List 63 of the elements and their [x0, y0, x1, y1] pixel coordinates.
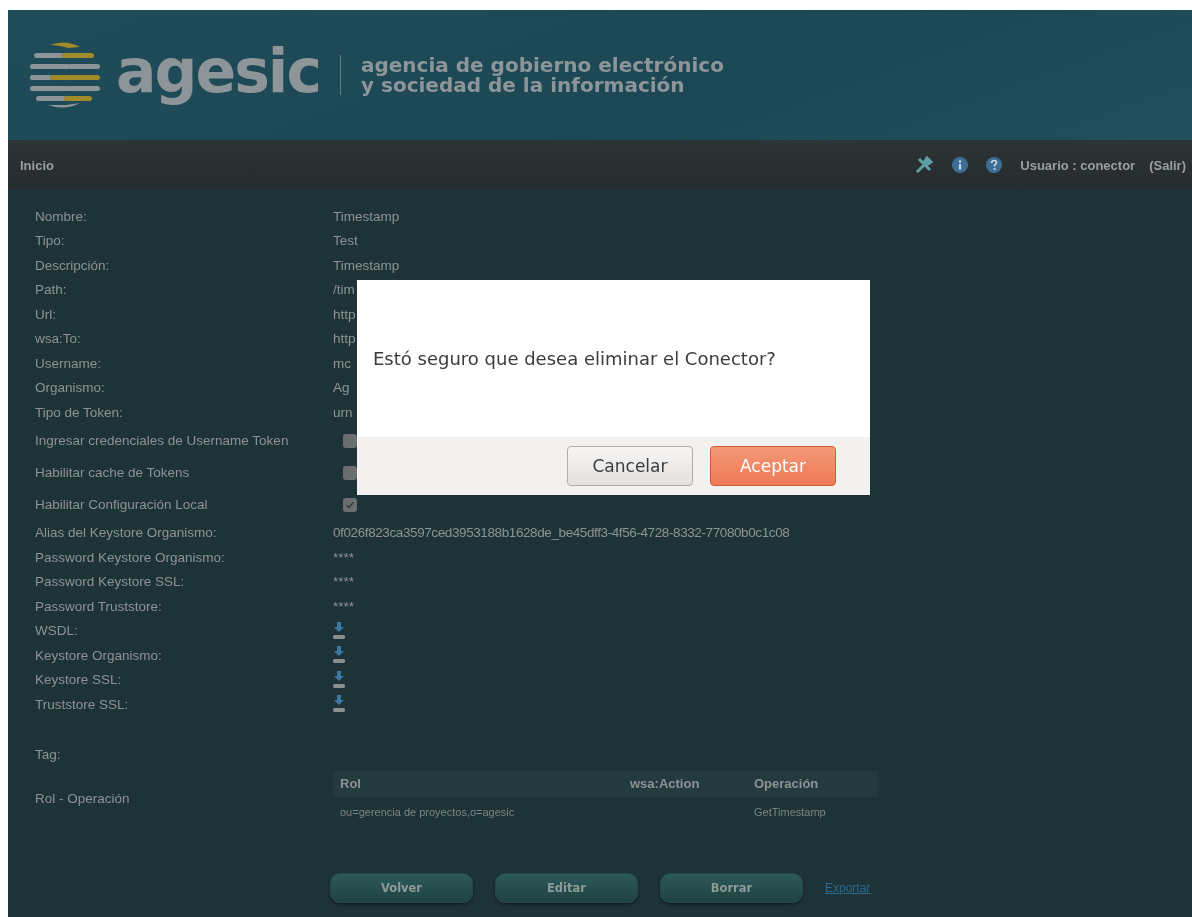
action-button[interactable]: Editar [495, 872, 638, 903]
field-label: Password Truststore: [35, 598, 162, 614]
help-icon[interactable] [986, 157, 1003, 173]
field-label: Habilitar Configuración Local [35, 497, 208, 512]
field-value: /tim [333, 282, 355, 298]
checkbox[interactable] [343, 433, 357, 448]
cancel-button[interactable]: Cancelar [567, 446, 693, 486]
tagline: agencia de gobierno electrónico [361, 55, 724, 75]
field-value: Ag [333, 380, 350, 396]
field-label: Habilitar cache de Tokens [35, 465, 190, 480]
checkbox[interactable] [343, 497, 357, 512]
field-label: Tag: [35, 747, 61, 762]
download-icon[interactable] [333, 646, 345, 665]
field-label: Tipo: [35, 233, 65, 249]
field-label: Descripción: [35, 257, 110, 273]
column-header: Operación [754, 776, 820, 791]
action-button[interactable]: Volver [330, 872, 473, 903]
field-label: Organismo: [35, 380, 105, 396]
globe-logo-icon [28, 39, 102, 111]
field-label: Path: [35, 282, 67, 298]
masked-value: **** [333, 574, 354, 590]
field-label: Truststore SSL: [35, 696, 129, 712]
accept-button[interactable]: Aceptar [710, 446, 836, 486]
tools-icon[interactable] [914, 155, 935, 175]
field-label: Username: [35, 355, 102, 371]
field-value: Timestamp [333, 257, 400, 273]
field-value: Timestamp [333, 208, 400, 224]
column-header: Rol [340, 776, 362, 791]
download-icon[interactable] [333, 695, 345, 714]
masked-value: **** [333, 549, 354, 565]
dialog-message: Estó seguro que desea eliminar el Conector? [372, 347, 777, 371]
download-icon[interactable] [333, 670, 345, 689]
field-label: Nombre: [35, 208, 87, 224]
table-cell-text: ou=gerencia de proyectos,o=agesic [340, 805, 516, 818]
tagline: y sociedad de la información [361, 75, 686, 95]
field-value: Test [333, 233, 358, 249]
field-label: Password Keystore Organismo: [35, 549, 225, 565]
field-value: http [333, 306, 356, 322]
field-label: Alias del Keystore Organismo: [35, 525, 217, 541]
field-value: urn [333, 404, 353, 420]
logout-link[interactable]: (Salir) [1149, 157, 1186, 173]
field-value: http [333, 331, 356, 347]
field-label: wsa:To: [35, 331, 81, 347]
user-label: Usuario : conector [1020, 157, 1136, 173]
field-label: Password Keystore SSL: [35, 574, 185, 590]
field-label: Keystore SSL: [35, 672, 122, 688]
info-icon[interactable] [952, 157, 969, 173]
field-label: WSDL: [35, 623, 78, 639]
export-link[interactable]: Exportar [825, 880, 871, 895]
field-label: Tipo de Token: [35, 404, 123, 420]
field-value: 0f026f823ca3597ced3953188b1628de_be45dff3-4f56-4728-8332-77080b0c1c08 [333, 525, 790, 541]
column-header: wsa:Action [630, 776, 701, 791]
field-label: Rol - Operación [35, 791, 130, 806]
home-link[interactable]: Inicio [20, 157, 54, 173]
checkbox[interactable] [343, 465, 357, 480]
field-label: Keystore Organismo: [35, 647, 162, 663]
masked-value: **** [333, 598, 354, 614]
action-button[interactable]: Borrar [660, 872, 803, 903]
field-value: mc [333, 355, 351, 371]
download-icon[interactable] [333, 621, 345, 640]
field-label: Url: [35, 306, 56, 322]
field-label: Ingresar credenciales de Username Token [35, 433, 289, 448]
table-cell-text: GetTimestamp [754, 805, 827, 818]
